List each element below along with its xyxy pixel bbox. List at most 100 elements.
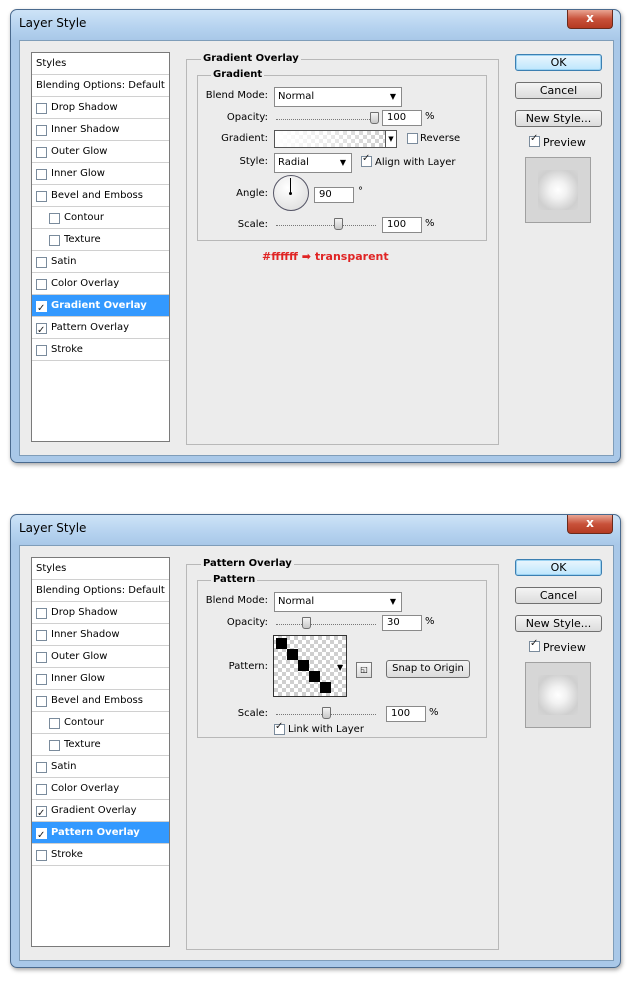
scale-input[interactable]: 100: [382, 217, 422, 233]
style-item-outer-glow[interactable]: Outer Glow: [32, 141, 169, 163]
style-item-pattern-overlay[interactable]: Pattern Overlay: [32, 317, 169, 341]
style-item-outer-glow[interactable]: Outer Glow: [32, 646, 169, 668]
dialog-client: Styles Blending Options: Default Drop Shad…: [19, 545, 614, 961]
scale-slider-thumb[interactable]: [334, 218, 343, 230]
preview-checkbox[interactable]: [529, 133, 540, 147]
opacity-slider-track[interactable]: [276, 119, 376, 121]
scale-slider-track[interactable]: [276, 225, 376, 227]
close-button[interactable]: x: [567, 10, 613, 29]
style-item-bevel-and-emboss[interactable]: Bevel and Emboss: [32, 690, 169, 712]
style-item-label: Stroke: [51, 344, 83, 355]
gradient-overlay-checkbox[interactable]: [36, 803, 47, 824]
style-item-contour[interactable]: Contour: [32, 207, 169, 229]
pattern-dropdown-button[interactable]: ▼: [337, 663, 343, 672]
outer-glow-checkbox[interactable]: [36, 147, 47, 158]
texture-checkbox[interactable]: [49, 235, 60, 246]
pattern-overlay-checkbox[interactable]: [36, 320, 47, 341]
cancel-button[interactable]: Cancel: [515, 587, 602, 604]
style-item-drop-shadow[interactable]: Drop Shadow: [32, 97, 169, 119]
close-button[interactable]: x: [567, 515, 613, 534]
stroke-checkbox[interactable]: [36, 850, 47, 861]
inner-shadow-checkbox[interactable]: [36, 630, 47, 641]
style-item-stroke[interactable]: Stroke: [32, 339, 169, 361]
style-item-contour[interactable]: Contour: [32, 712, 169, 734]
style-item-inner-shadow[interactable]: Inner Shadow: [32, 624, 169, 646]
preview-label: Preview: [543, 641, 586, 654]
contour-checkbox[interactable]: [49, 718, 60, 729]
opacity-input[interactable]: 30: [382, 615, 422, 631]
chevron-down-icon: ▼: [339, 158, 346, 167]
style-item-texture[interactable]: Texture: [32, 734, 169, 756]
pattern-picker[interactable]: [273, 635, 347, 697]
style-item-label: Inner Shadow: [51, 629, 120, 640]
new-preset-icon[interactable]: ◱: [356, 662, 372, 678]
style-item-inner-shadow[interactable]: Inner Shadow: [32, 119, 169, 141]
gradient-dropdown-button[interactable]: ▼: [385, 130, 397, 148]
link-with-layer-checkbox[interactable]: [274, 721, 285, 735]
style-item-color-overlay[interactable]: Color Overlay: [32, 273, 169, 295]
new-style-button[interactable]: New Style...: [515, 615, 602, 632]
gradient-style-select[interactable]: Radial ▼: [274, 153, 352, 173]
blending-options-item[interactable]: Blending Options: Default: [32, 75, 169, 97]
new-style-button[interactable]: New Style...: [515, 110, 602, 127]
ok-button[interactable]: OK: [515, 559, 602, 576]
opacity-input[interactable]: 100: [382, 110, 422, 126]
style-item-drop-shadow[interactable]: Drop Shadow: [32, 602, 169, 624]
style-item-bevel-and-emboss[interactable]: Bevel and Emboss: [32, 185, 169, 207]
cancel-button[interactable]: Cancel: [515, 82, 602, 99]
style-item-label: Gradient Overlay: [51, 805, 137, 816]
contour-checkbox[interactable]: [49, 213, 60, 224]
angle-label: Angle:: [236, 188, 268, 199]
bevel-and-emboss-checkbox[interactable]: [36, 696, 47, 707]
scale-input[interactable]: 100: [386, 706, 426, 722]
style-item-gradient-overlay[interactable]: Gradient Overlay: [32, 295, 169, 319]
style-item-inner-glow[interactable]: Inner Glow: [32, 668, 169, 690]
drop-shadow-checkbox[interactable]: [36, 608, 47, 619]
angle-input[interactable]: 90: [314, 187, 354, 203]
inner-glow-checkbox[interactable]: [36, 674, 47, 685]
style-item-label: Bevel and Emboss: [51, 695, 143, 706]
color-overlay-checkbox[interactable]: [36, 784, 47, 795]
blend-mode-select[interactable]: Normal ▼: [274, 87, 402, 107]
style-item-stroke[interactable]: Stroke: [32, 844, 169, 866]
scale-slider-thumb[interactable]: [322, 707, 331, 719]
style-item-satin[interactable]: Satin: [32, 251, 169, 273]
texture-checkbox[interactable]: [49, 740, 60, 751]
style-item-label: Contour: [64, 212, 104, 223]
styles-header-label: Styles: [36, 563, 67, 574]
inner-shadow-checkbox[interactable]: [36, 125, 47, 136]
snap-to-origin-button[interactable]: Snap to Origin: [386, 660, 470, 678]
drop-shadow-checkbox[interactable]: [36, 103, 47, 114]
style-item-satin[interactable]: Satin: [32, 756, 169, 778]
reverse-checkbox[interactable]: [407, 133, 418, 144]
opacity-slider-thumb[interactable]: [370, 112, 379, 124]
stroke-checkbox[interactable]: [36, 345, 47, 356]
gradient-picker[interactable]: [274, 130, 386, 148]
opacity-slider-thumb[interactable]: [302, 617, 311, 629]
opacity-slider-track[interactable]: [276, 624, 376, 626]
outer-glow-checkbox[interactable]: [36, 652, 47, 663]
styles-header[interactable]: Styles: [32, 53, 169, 75]
style-item-texture[interactable]: Texture: [32, 229, 169, 251]
gradient-overlay-checkbox[interactable]: [36, 298, 47, 319]
align-with-layer-checkbox[interactable]: [361, 153, 372, 167]
blending-options-item[interactable]: Blending Options: Default: [32, 580, 169, 602]
satin-checkbox[interactable]: [36, 762, 47, 773]
ok-button[interactable]: OK: [515, 54, 602, 71]
style-item-gradient-overlay[interactable]: Gradient Overlay: [32, 800, 169, 824]
style-item-label: Contour: [64, 717, 104, 728]
inner-glow-checkbox[interactable]: [36, 169, 47, 180]
style-item-color-overlay[interactable]: Color Overlay: [32, 778, 169, 800]
style-item-label: Stroke: [51, 849, 83, 860]
satin-checkbox[interactable]: [36, 257, 47, 268]
pattern-overlay-checkbox[interactable]: [36, 825, 47, 846]
style-item-pattern-overlay[interactable]: Pattern Overlay: [32, 822, 169, 846]
bevel-and-emboss-checkbox[interactable]: [36, 191, 47, 202]
color-overlay-checkbox[interactable]: [36, 279, 47, 290]
scale-label: Scale:: [237, 708, 268, 719]
blend-mode-select[interactable]: Normal ▼: [274, 592, 402, 612]
angle-dial[interactable]: [273, 175, 309, 211]
style-item-inner-glow[interactable]: Inner Glow: [32, 163, 169, 185]
preview-checkbox[interactable]: [529, 638, 540, 652]
styles-header[interactable]: Styles: [32, 558, 169, 580]
